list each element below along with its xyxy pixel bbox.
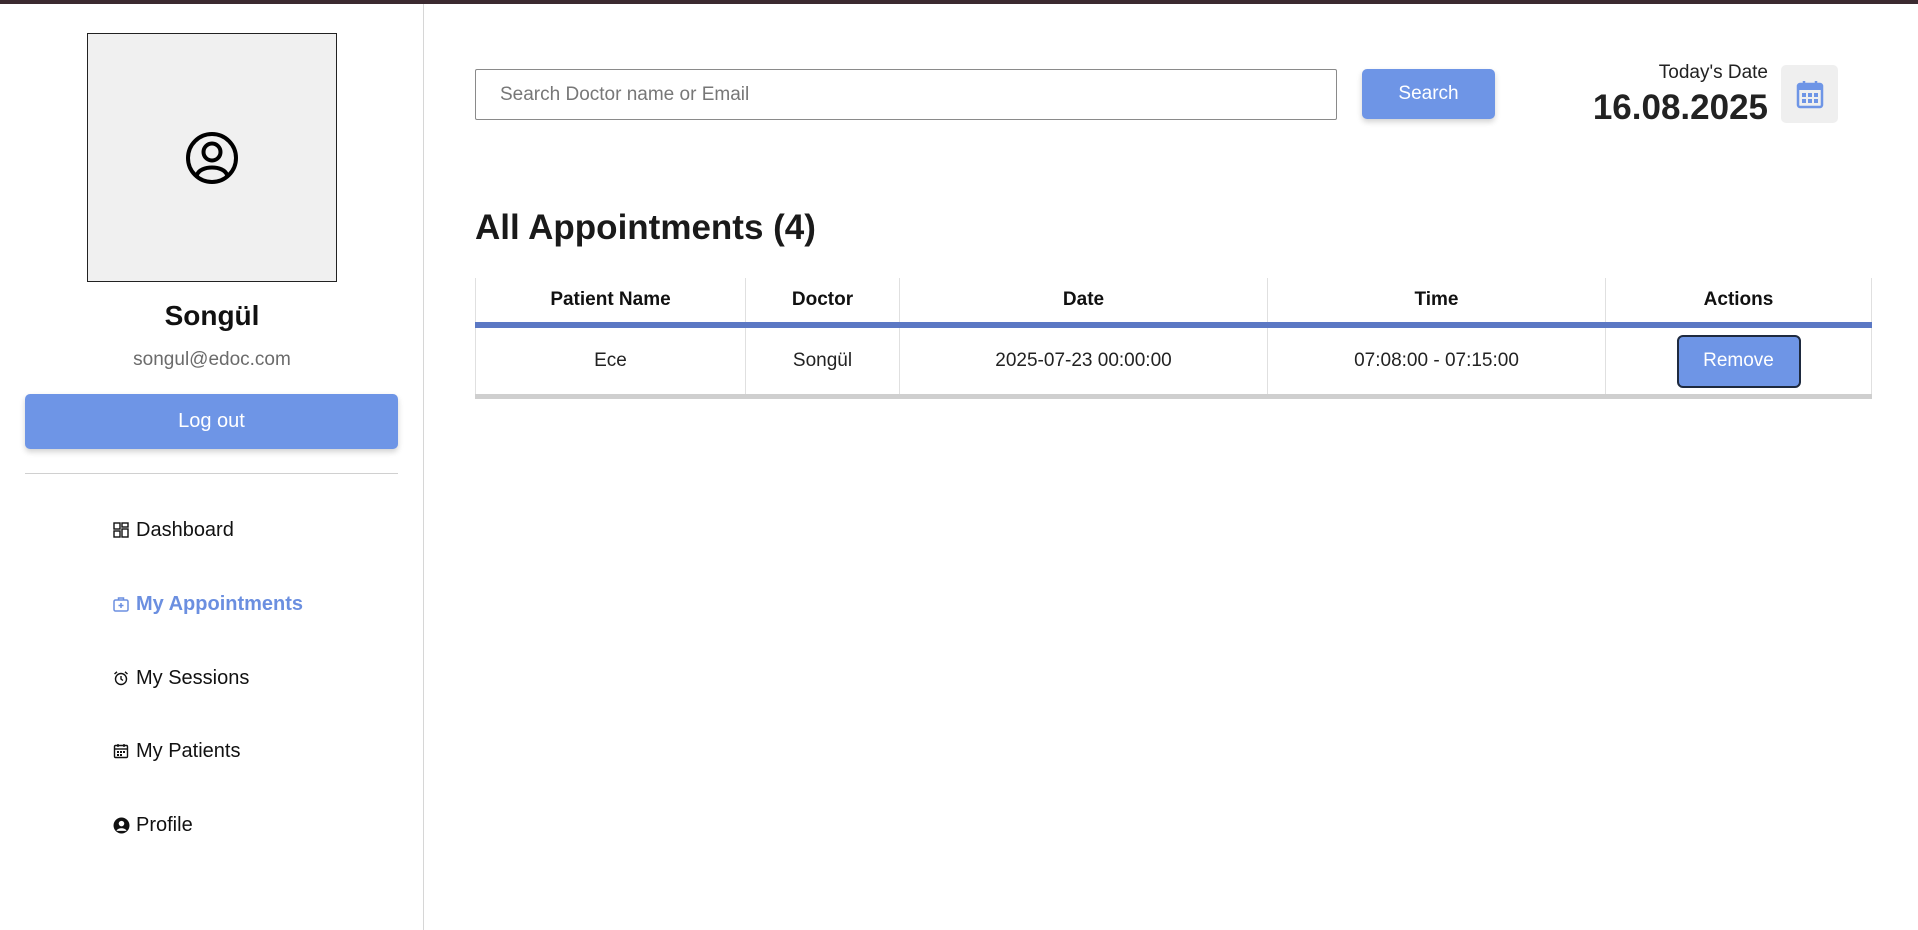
- column-header: Date: [899, 278, 1268, 328]
- doctor-cell: Songül: [745, 325, 900, 397]
- sidebar-item-dashboard[interactable]: Dashboard: [112, 515, 234, 545]
- table-row: Ece Songül 2025-07-23 00:00:00 07:08:00 …: [475, 325, 1872, 397]
- calendar-icon: [1796, 81, 1823, 109]
- sidebar-item-my-appointments[interactable]: My Appointments: [112, 589, 303, 619]
- user-circle-icon: [186, 131, 238, 184]
- current-date: 16.08.2025: [1592, 88, 1768, 127]
- remove-button[interactable]: Remove: [1676, 334, 1801, 388]
- column-header: Actions: [1605, 278, 1872, 328]
- dashboard-icon: [112, 521, 130, 539]
- column-header: Doctor: [745, 278, 900, 328]
- sidebar-item-label: Dashboard: [136, 518, 234, 541]
- appointments-table: Patient Name Doctor Date Time Actions Ec…: [475, 278, 1872, 399]
- sidebar-item-label: My Appointments: [136, 592, 304, 615]
- profile-name: Songül: [164, 300, 260, 331]
- sidebar: Songül songul@edoc.com Log out Dashboard…: [0, 4, 424, 930]
- sidebar-divider: [25, 473, 398, 474]
- time-cell: 07:08:00 - 07:15:00: [1267, 325, 1606, 397]
- avatar: [87, 33, 337, 282]
- sidebar-item-label: My Sessions: [136, 666, 250, 689]
- sidebar-item-my-patients[interactable]: My Patients: [112, 736, 240, 766]
- sidebar-item-my-sessions[interactable]: My Sessions: [112, 663, 249, 693]
- date-label: Today's Date: [1658, 62, 1768, 83]
- column-header: Patient Name: [475, 278, 746, 328]
- sidebar-item-label: Profile: [136, 813, 193, 836]
- table-header-row: Patient Name Doctor Date Time Actions: [475, 278, 1872, 328]
- logout-button[interactable]: Log out: [25, 394, 398, 449]
- search-input[interactable]: [475, 69, 1337, 120]
- date-cell: 2025-07-23 00:00:00: [899, 325, 1268, 397]
- column-header: Time: [1267, 278, 1606, 328]
- profile-email: songul@edoc.com: [133, 349, 291, 370]
- actions-cell: Remove: [1605, 325, 1872, 397]
- medical-bag-icon: [112, 595, 130, 613]
- calendar-button[interactable]: [1781, 65, 1838, 123]
- sidebar-item-profile[interactable]: Profile: [112, 810, 193, 840]
- page-title: All Appointments (4): [475, 208, 816, 247]
- user-circle-icon: [112, 816, 130, 834]
- alarm-clock-icon: [112, 669, 130, 687]
- calendar-icon: [112, 742, 130, 760]
- patient-name-cell: Ece: [475, 325, 746, 397]
- sidebar-item-label: My Patients: [136, 739, 241, 762]
- search-button[interactable]: Search: [1362, 69, 1495, 119]
